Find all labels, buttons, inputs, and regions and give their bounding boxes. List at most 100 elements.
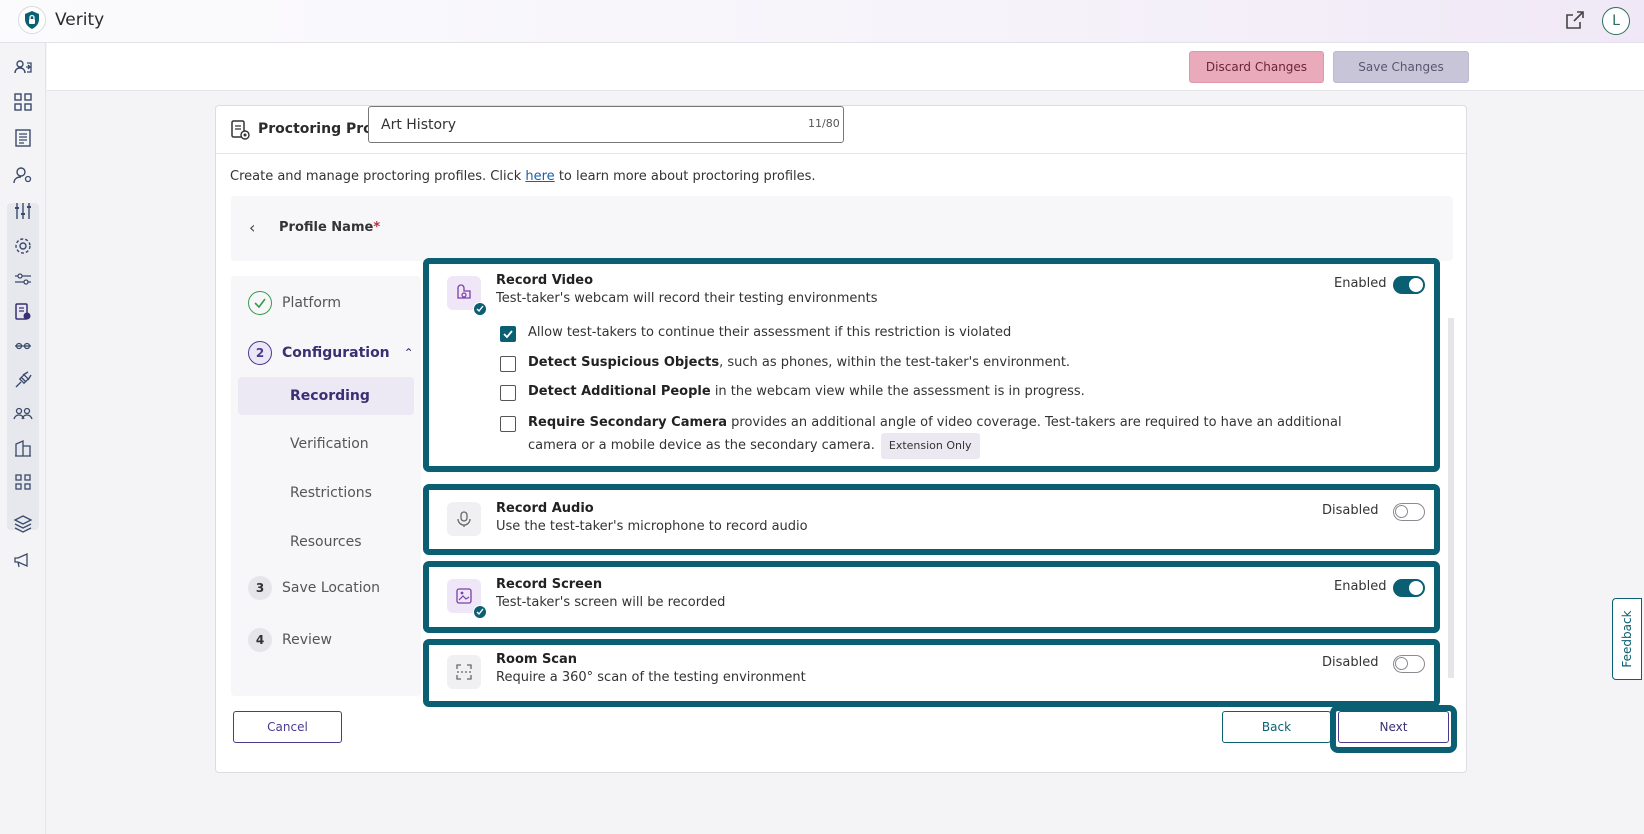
step-review[interactable]: 4 Review	[231, 625, 332, 655]
record-video-panel: Record Video Test-taker's webcam will re…	[423, 258, 1440, 472]
step-platform-label: Platform	[282, 295, 342, 311]
step-configuration-label: Configuration	[282, 345, 390, 361]
next-button[interactable]: Next	[1338, 711, 1449, 743]
allow-continue-checkbox[interactable]	[500, 326, 516, 342]
option-bold: Detect Additional People	[528, 384, 711, 399]
profile-name-row: ‹ Profile Name*	[231, 196, 1453, 261]
learn-more-link[interactable]: here	[525, 169, 554, 184]
microphone-icon	[447, 502, 481, 536]
screen-icon	[447, 579, 487, 619]
step-number: 4	[248, 628, 272, 652]
option-text: Allow test-takers to continue their asse…	[528, 325, 1011, 340]
record-screen-title: Record Screen	[496, 577, 603, 592]
option-text: Require Secondary Camera provides an add…	[528, 413, 1380, 459]
profile-name-label: Profile Name*	[279, 220, 380, 235]
record-audio-status: Disabled	[1322, 503, 1379, 518]
room-scan-toggle[interactable]	[1393, 655, 1425, 673]
record-audio-panel: Record Audio Use the test-taker's microp…	[423, 484, 1440, 555]
discard-changes-button[interactable]: Discard Changes	[1189, 51, 1324, 83]
step-save-location-label: Save Location	[282, 580, 381, 596]
user-login-icon[interactable]	[12, 56, 34, 78]
panels-scrollbar[interactable]	[1448, 318, 1454, 678]
required-mark: *	[373, 220, 381, 235]
step-number: 3	[248, 576, 272, 600]
record-audio-title: Record Audio	[496, 501, 594, 516]
detect-additional-people-checkbox[interactable]	[500, 385, 516, 401]
record-video-title: Record Video	[496, 273, 594, 288]
users-group-icon[interactable]	[12, 403, 34, 425]
card-intro: Create and manage proctoring profiles. C…	[230, 169, 816, 184]
stepper: Platform 2 Configuration ⌃ Recording Ver…	[231, 276, 421, 696]
room-scan-desc: Require a 360° scan of the testing envir…	[496, 670, 806, 685]
webcam-icon	[447, 276, 487, 316]
record-audio-desc: Use the test-taker's microphone to recor…	[496, 519, 808, 534]
app-title: Verity	[55, 10, 105, 30]
proctoring-profile-icon[interactable]	[12, 301, 34, 323]
step-number: 2	[248, 341, 272, 365]
user-search-icon[interactable]	[12, 164, 34, 186]
record-screen-panel: Record Screen Test-taker's screen will b…	[423, 561, 1440, 633]
cancel-button[interactable]: Cancel	[233, 711, 342, 743]
step-review-label: Review	[282, 632, 332, 648]
sub-step-restrictions[interactable]: Restrictions	[238, 474, 414, 512]
record-video-toggle[interactable]	[1393, 276, 1425, 294]
save-changes-button[interactable]: Save Changes	[1333, 51, 1469, 83]
option-bold: Detect Suspicious Objects	[528, 355, 720, 370]
room-scan-status: Disabled	[1322, 655, 1379, 670]
profile-name-input[interactable]	[368, 106, 844, 143]
announcement-icon[interactable]	[12, 549, 34, 571]
chevron-up-icon[interactable]: ⌃	[404, 346, 414, 360]
sub-step-recording[interactable]: Recording	[238, 377, 414, 415]
record-screen-desc: Test-taker's screen will be recorded	[496, 595, 726, 610]
room-scan-icon	[447, 655, 481, 689]
filters-icon[interactable]	[12, 268, 34, 290]
option-text: Detect Additional People in the webcam v…	[528, 384, 1085, 399]
step-configuration[interactable]: 2 Configuration ⌃	[231, 338, 414, 368]
option-bold: Require Secondary Camera	[528, 415, 728, 430]
record-video-desc: Test-taker's webcam will record their te…	[496, 291, 878, 306]
back-button[interactable]: Back	[1222, 711, 1331, 743]
intro-text-after: to learn more about proctoring profiles.	[554, 169, 816, 184]
proctoring-profile-icon	[229, 119, 251, 141]
integrations-plug-icon[interactable]	[12, 369, 34, 391]
option-text: Detect Suspicious Objects, such as phone…	[528, 355, 1070, 370]
sliders-icon[interactable]	[12, 200, 34, 222]
sub-step-resources[interactable]: Resources	[238, 523, 414, 561]
room-scan-panel: Room Scan Require a 360° scan of the tes…	[423, 639, 1440, 707]
require-secondary-camera-checkbox[interactable]	[500, 416, 516, 432]
layers-icon[interactable]	[12, 513, 34, 535]
sub-step-verification[interactable]: Verification	[238, 425, 414, 463]
step-save-location[interactable]: 3 Save Location	[231, 573, 380, 603]
option-rest: in the webcam view while the assessment …	[710, 384, 1085, 399]
record-screen-status: Enabled	[1334, 579, 1387, 594]
char-count: 11/80	[808, 117, 840, 130]
feedback-label: Feedback	[1620, 610, 1634, 668]
detect-suspicious-objects-checkbox[interactable]	[500, 356, 516, 372]
dashboard-grid-icon[interactable]	[12, 91, 34, 113]
record-video-status: Enabled	[1334, 276, 1387, 291]
feedback-tab[interactable]: Feedback	[1612, 598, 1642, 680]
record-screen-toggle[interactable]	[1393, 579, 1425, 597]
option-row: Detect Additional People in the webcam v…	[500, 384, 1380, 401]
option-row: Detect Suspicious Objects, such as phone…	[500, 355, 1380, 372]
report-icon[interactable]	[12, 127, 34, 149]
external-link-icon[interactable]	[1564, 9, 1586, 31]
check-circle-icon	[248, 291, 272, 315]
connectors-icon[interactable]	[12, 335, 34, 357]
enabled-check-icon	[473, 605, 487, 619]
chevron-left-icon[interactable]: ‹	[249, 218, 263, 238]
option-rest: , such as phones, within the test-taker'…	[719, 355, 1071, 370]
user-avatar[interactable]: L	[1602, 7, 1630, 35]
option-rest: Allow test-takers to continue their asse…	[528, 325, 1012, 340]
extension-only-badge: Extension Only	[880, 433, 980, 459]
settings-gear-icon[interactable]	[12, 235, 34, 257]
step-platform[interactable]: Platform	[231, 288, 341, 318]
top-bar: Verity L	[0, 0, 1644, 43]
apps-icon[interactable]	[12, 471, 34, 493]
verity-logo-icon[interactable]	[18, 6, 46, 34]
option-row: Allow test-takers to continue their asse…	[500, 325, 1380, 342]
room-scan-title: Room Scan	[496, 652, 578, 667]
building-icon[interactable]	[12, 437, 34, 459]
record-audio-toggle[interactable]	[1393, 503, 1425, 521]
intro-text-before: Create and manage proctoring profiles. C…	[230, 169, 526, 184]
